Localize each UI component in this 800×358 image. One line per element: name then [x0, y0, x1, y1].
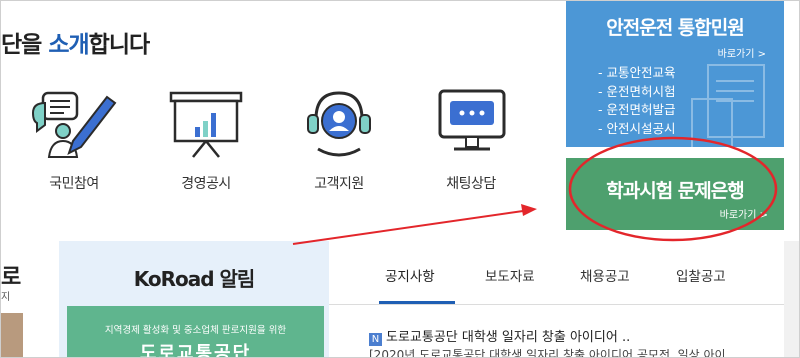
notice-board: 공지사항 보도자료 채용공고 입찰공고 N 도로교통공단 대학생 일자리 창출 아… — [329, 241, 784, 357]
banner-list-item[interactable]: - 교통안전교육 — [598, 64, 675, 83]
banner-list: - 교통안전교육 - 운전면허시험 - 운전면허발급 - 안전시설공시 — [598, 64, 675, 138]
board-tabs: 공지사항 보도자료 채용공고 입찰공고 — [329, 241, 784, 305]
exam-question-bank-banner[interactable]: 학과시험 문제은행 바로가기 > — [566, 158, 784, 230]
tab-press[interactable]: 보도자료 — [485, 265, 535, 285]
banner-list-item[interactable]: - 운전면허시험 — [598, 83, 675, 102]
news-title: KoRoad 알림 — [133, 267, 256, 291]
service-public-participation[interactable]: 국민참여 — [19, 87, 129, 193]
banner-title: 학과시험 문제은행 — [606, 180, 744, 202]
document-icon — [691, 64, 765, 147]
banner-list-item[interactable]: - 운전면허발급 — [598, 101, 675, 120]
poster-caption: 지역경제 활성화 및 중소업체 판로지원을 위한 — [104, 325, 287, 336]
intro-headline: 단을 소개합니다 — [1, 25, 150, 59]
service-chat-consult[interactable]: 채팅상담 — [416, 87, 526, 193]
left-card-sub: 지 — [1, 292, 11, 303]
presentation-chart-icon — [161, 87, 251, 159]
service-label: 채팅상담 — [446, 176, 496, 192]
headline-text: 단을 — [1, 32, 49, 58]
service-management-disclosure[interactable]: 경영공시 — [151, 87, 261, 193]
tab-recruit[interactable]: 채용공고 — [580, 265, 630, 285]
active-tab-underline — [379, 301, 455, 304]
headline-highlight: 개 — [68, 32, 90, 58]
notice-item[interactable]: N 도로교통공단 대학생 일자리 창출 아이디어 .. — [369, 326, 630, 346]
news-poster[interactable]: 지역경제 활성화 및 중소업체 판로지원을 위한 도로교통공단 — [67, 306, 324, 358]
headline-highlight: 소 — [48, 32, 69, 58]
people-chat-pen-icon — [29, 87, 119, 159]
tab-notices[interactable]: 공지사항 — [385, 265, 435, 285]
shortcut-link[interactable]: 바로가기 > — [720, 206, 768, 221]
bottom-section: 로 지 KoRoad 알림 지역경제 활성화 및 중소업체 판로지원을 위한 도… — [1, 241, 799, 358]
intro-panel: 단을 소개합니다 국민참여 경영공시 고객지원 채팅상담 — [1, 1, 561, 231]
headset-support-icon — [294, 87, 384, 159]
shortcut-link[interactable]: 바로가기 > — [718, 45, 766, 60]
koroad-news-panel: KoRoad 알림 지역경제 활성화 및 중소업체 판로지원을 위한 도로교통공… — [59, 241, 329, 358]
service-label: 고객지원 — [314, 176, 364, 192]
service-customer-support[interactable]: 고객지원 — [284, 87, 394, 193]
chat-monitor-icon — [426, 87, 516, 159]
left-card-image[interactable] — [1, 313, 23, 357]
banner-title: 안전운전 통합민원 — [606, 17, 744, 39]
headline-text: 합니다 — [88, 32, 150, 58]
left-card-title: 로 — [1, 265, 22, 290]
tab-bids[interactable]: 입찰공고 — [676, 265, 726, 285]
left-card: 로 지 — [1, 241, 59, 357]
page: 단을 소개합니다 국민참여 경영공시 고객지원 채팅상담 안전운전 통합민원 바… — [0, 0, 800, 358]
banner-list-item[interactable]: - 안전시설공시 — [598, 120, 675, 139]
tab-divider — [329, 304, 784, 305]
safe-driving-banner[interactable]: 안전운전 통합민원 바로가기 > - 교통안전교육 - 운전면허시험 - 운전면… — [566, 1, 784, 147]
service-label: 경영공시 — [181, 176, 231, 192]
notice-title: 도로교통공단 대학생 일자리 창출 아이디어 .. — [386, 330, 631, 345]
poster-title: 도로교통공단 — [139, 343, 252, 358]
service-label: 국민참여 — [49, 176, 99, 192]
notice-item[interactable]: [2020년 도로교통공단 대학생 일자리 창출 아이디어 공모전, 일상 아이 — [369, 346, 726, 357]
new-badge: N — [369, 333, 382, 346]
